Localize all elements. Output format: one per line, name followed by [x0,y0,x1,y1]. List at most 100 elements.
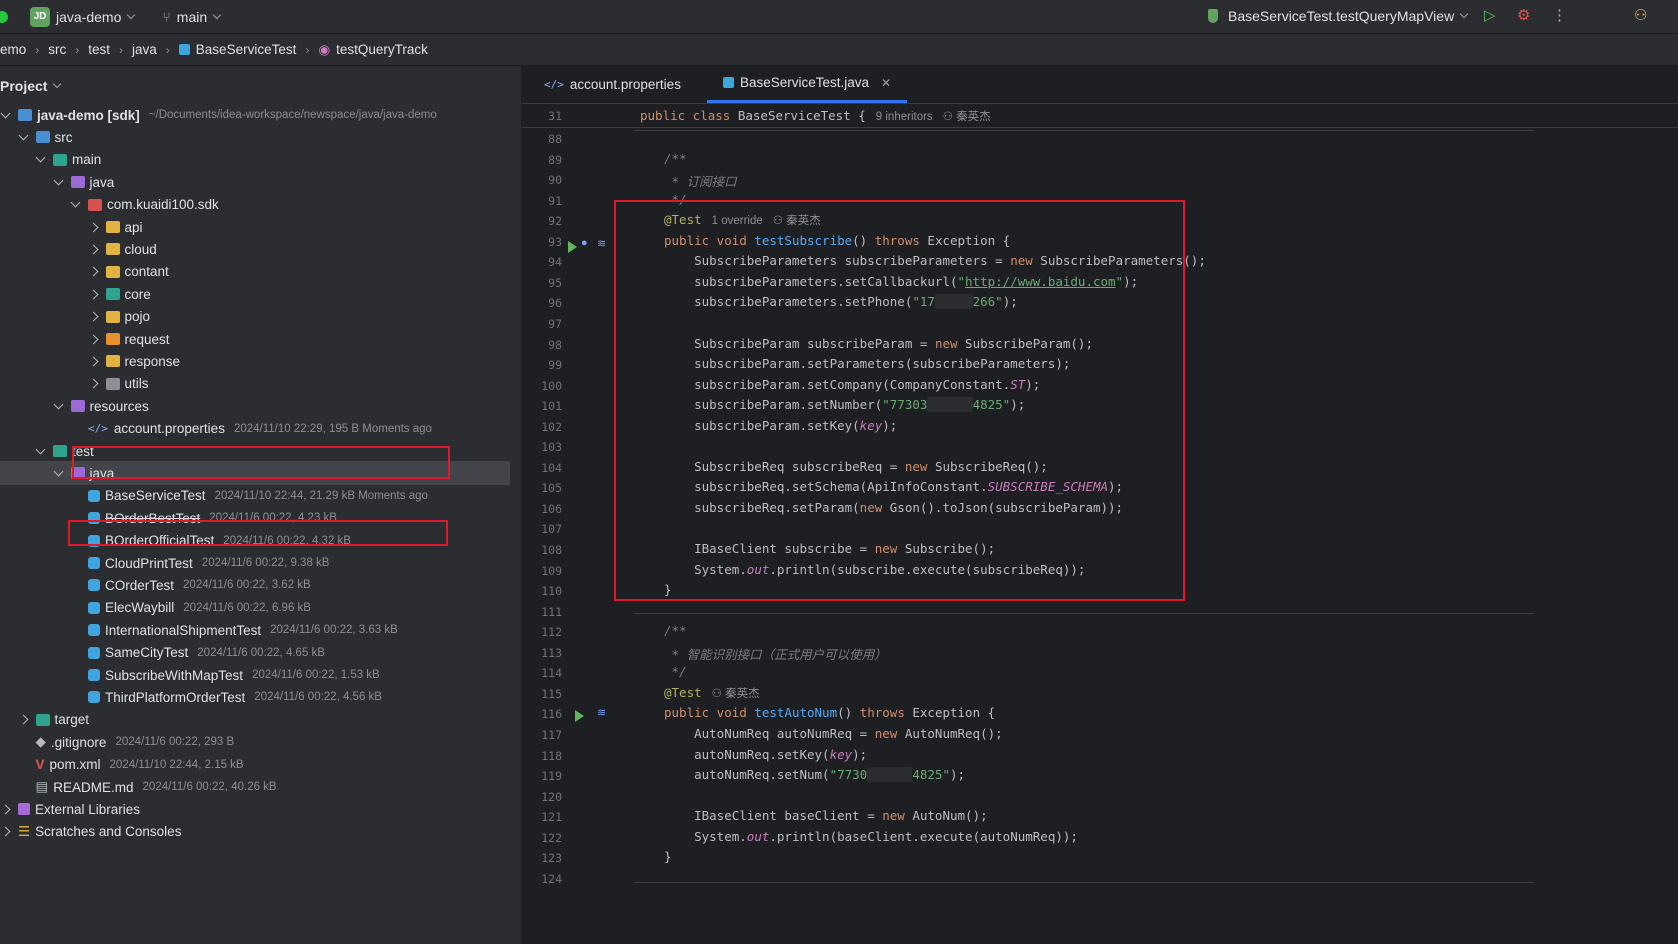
tab-baseservicetest[interactable]: BaseServiceTest.java ✕ [706,65,908,103]
implemented-icon[interactable]: ≋ [597,706,606,719]
chevron-right-icon[interactable] [18,714,28,725]
folder-icon [105,265,120,278]
branch-selector[interactable]: main [177,9,207,25]
tree-item[interactable]: response [0,349,510,373]
tree-item[interactable]: pojo [0,305,510,329]
code-line[interactable]: System.out.println(baseClient.execute(au… [664,829,1078,844]
code-line[interactable]: */ [664,664,687,679]
tree-item[interactable]: contant [0,260,510,284]
debug-icon[interactable]: ⚙ [1517,6,1530,24]
tree-item[interactable]: resources [0,394,510,418]
tree-item[interactable]: BaseServiceTest 2024/11/10 22:44, 21.29 k… [0,484,510,508]
code-line[interactable]: autoNumReq.setNum("7730xxxxxx4825"); [664,767,965,783]
breadcrumb-method-label: testQueryTrack [336,42,428,57]
tree-item[interactable]: ElecWaybill 2024/11/6 00:22, 6.96 kB [0,596,510,620]
project-panel-header[interactable]: Project [0,66,521,106]
run-config-selector[interactable]: BaseServiceTest.testQueryMapView [1208,8,1469,24]
implemented-icon[interactable]: ≋ [597,237,606,250]
tree-item-meta: 2024/11/6 00:22, 293 B [115,736,235,749]
tree-item[interactable]: Vpom.xml 2024/11/10 22:44, 2.15 kB [0,753,510,777]
tree-item[interactable]: ☰ Scratches and Consoles [0,820,510,844]
more-icon[interactable]: ⋮ [1552,6,1567,24]
sticky-code[interactable]: public class BaseServiceTest {9 inherito… [640,108,991,124]
breadcrumb-item-src[interactable]: src [48,42,66,57]
chevron-right-icon[interactable] [0,804,11,815]
chevron-right-icon: › [119,42,124,57]
chevron-right-icon[interactable] [88,222,98,232]
breadcrumb-item-class[interactable]: BaseServiceTest [178,42,296,57]
project-selector[interactable]: java-demo [56,9,121,25]
tree-item[interactable]: ThirdPlatformOrderTest 2024/11/6 00:22, 4… [0,685,510,709]
chevron-down-icon[interactable] [70,197,81,208]
line-number: 90 [548,173,562,188]
code-line[interactable]: public void testAutoNum() throws Excepti… [664,705,995,720]
tree-item[interactable]: CloudPrintTest 2024/11/6 00:22, 9.38 kB [0,551,510,575]
run-config-label: BaseServiceTest.testQueryMapView [1228,8,1455,24]
author-hint[interactable]: ⚇ 秦英杰 [943,111,991,123]
chevron-right-icon[interactable] [88,378,98,389]
line-number: 89 [548,152,562,167]
tree-item[interactable]: InternationalShipmentTest 2024/11/6 00:22… [0,618,510,642]
tree-item[interactable]: cloud [0,237,510,261]
code-line[interactable]: @Test ⚇ 秦英杰 [664,685,760,701]
code-line[interactable]: * 智能识别接口（正式用户可以使用） [664,644,887,663]
close-icon[interactable]: ✕ [881,76,891,90]
line-number: 108 [541,543,562,557]
people-icon[interactable]: ⚇ [1634,6,1647,24]
tree-item[interactable]: java-demo [sdk] ~/Documents/idea-workspac… [0,103,510,127]
folder-icon [35,713,50,726]
chevron-right-icon[interactable] [88,244,98,255]
breadcrumb-item-project[interactable]: emo [0,42,26,57]
run-icon[interactable]: ▷ [1484,6,1496,24]
code-line[interactable]: /** [664,151,687,166]
run-test-icon[interactable] [575,710,584,722]
window-close-button[interactable] [0,10,8,23]
tree-item[interactable]: main [0,148,510,172]
code-line[interactable]: IBaseClient baseClient = new AutoNum(); [664,808,988,823]
tree-item[interactable]: COrderTest 2024/11/6 00:22, 3.62 kB [0,573,510,597]
chevron-down-icon[interactable] [35,152,46,163]
chevron-down-icon[interactable] [53,399,63,410]
chevron-right-icon[interactable] [88,266,98,277]
chevron-right-icon[interactable] [88,334,98,344]
code-line[interactable]: * 订阅接口 [664,171,737,190]
override-icon[interactable]: ● [581,237,588,249]
run-test-icon[interactable] [568,241,577,253]
chevron-down-icon[interactable] [53,175,63,186]
tree-item[interactable]: ◆ .gitignore 2024/11/6 00:22, 293 B [0,730,510,754]
tab-account-properties[interactable]: </> account.properties [528,65,697,103]
tree-item[interactable]: request [0,327,510,351]
tree-item[interactable]: External Libraries [0,797,510,821]
tree-item[interactable]: java [0,170,510,194]
tree-item[interactable]: com.kuaidi100.sdk [0,193,510,217]
chevron-down-icon[interactable] [18,130,28,141]
breadcrumb-item-method[interactable]: ◉ testQueryTrack [318,42,428,58]
tree-item[interactable]: SubscribeWithMapTest 2024/11/6 00:22, 1.5… [0,663,510,687]
project-badge[interactable]: JD [30,6,50,27]
code-line[interactable]: } [664,849,672,864]
tree-item-label: External Libraries [35,801,141,817]
tree-item[interactable]: ▤ README.md 2024/11/6 00:22, 40.26 kB [0,775,510,799]
chevron-down-icon[interactable] [0,108,11,118]
breadcrumb-item-test[interactable]: test [88,42,110,57]
code-line[interactable]: autoNumReq.setKey(key); [664,747,867,762]
breadcrumb-item-java[interactable]: java [132,42,157,57]
tree-item[interactable]: core [0,282,510,306]
tree-item[interactable]: src [0,125,510,149]
tree-item[interactable]: utils [0,372,510,396]
tree-item[interactable]: SameCityTest 2024/11/6 00:22, 4.65 kB [0,641,510,665]
editor: </> account.properties BaseServiceTest.j… [522,66,1678,944]
chevron-down-icon[interactable] [53,466,63,477]
chevron-right-icon[interactable] [88,289,98,300]
code-line[interactable]: /** [664,623,687,638]
chevron-right-icon[interactable] [88,311,98,322]
tree-item[interactable]: api [0,215,510,239]
chevron-right-icon[interactable] [88,356,98,367]
tree-item[interactable]: target [0,708,510,732]
inheritors-hint[interactable]: 9 inheritors [876,111,933,123]
chevron-right-icon[interactable] [0,826,11,837]
chevron-down-icon[interactable] [35,444,46,454]
tree-item[interactable]: </> account.properties 2024/11/10 22:29, 1… [0,417,510,441]
code-line[interactable]: AutoNumReq autoNumReq = new AutoNumReq()… [664,726,1003,741]
line-number: 121 [541,810,562,825]
